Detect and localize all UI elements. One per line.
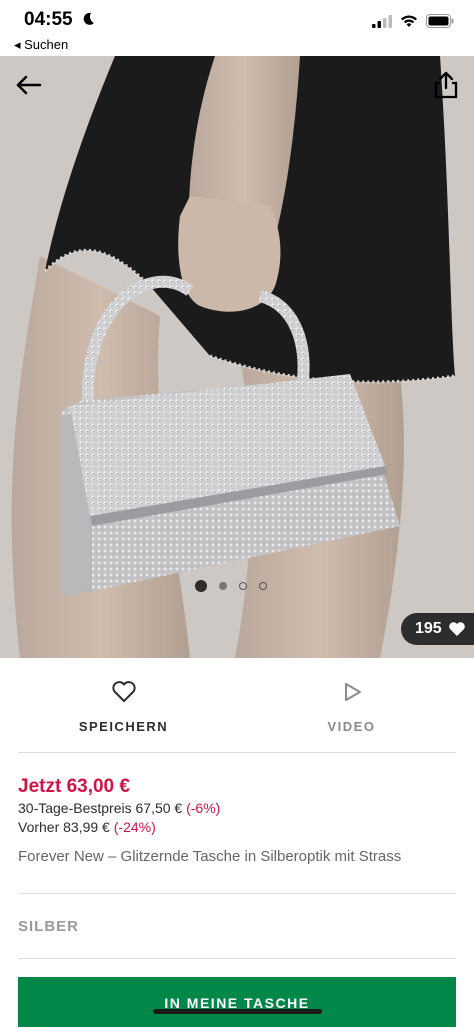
status-bar: 04:55 ◂ Suchen (0, 0, 474, 56)
divider (18, 893, 456, 894)
previous-price-discount: (-24%) (113, 819, 156, 835)
back-arrow-icon[interactable] (14, 70, 44, 100)
add-to-cart-button[interactable]: IN MEINE TASCHE (18, 977, 456, 1027)
product-photo (0, 56, 474, 658)
gallery-pagination (195, 580, 267, 592)
back-to-app-link[interactable]: ◂ Suchen (14, 37, 68, 53)
pagination-dot-active[interactable] (195, 580, 207, 592)
moon-icon (80, 11, 96, 32)
product-actions: SPEICHERN VIDEO (0, 660, 474, 752)
save-label: SPEICHERN (78, 719, 169, 734)
current-price: Jetzt 63,00 € (18, 776, 130, 797)
video-button[interactable]: VIDEO (233, 660, 470, 752)
likes-count: 195 (415, 620, 442, 637)
best-price-line: 30-Tage-Bestpreis 67,50 € (-6%) (18, 800, 220, 816)
divider (18, 958, 456, 959)
status-icons (372, 14, 454, 28)
share-icon[interactable] (432, 70, 460, 100)
best-price-label: 30-Tage-Bestpreis 67,50 € (18, 800, 187, 816)
video-label: VIDEO (327, 719, 376, 734)
best-price-discount: (-6%) (186, 800, 221, 816)
pagination-dot[interactable] (259, 582, 267, 590)
pagination-dot[interactable] (239, 582, 247, 590)
wifi-icon (401, 15, 417, 27)
product-image-gallery[interactable] (0, 56, 474, 658)
heart-icon (111, 680, 137, 709)
status-time: 04:55 (24, 9, 73, 30)
previous-price-label: Vorher 83,99 € (18, 819, 114, 835)
color-name: SILBER (18, 918, 80, 935)
previous-price-line: Vorher 83,99 € (-24%) (18, 819, 156, 835)
save-button[interactable]: SPEICHERN (5, 660, 242, 752)
likes-badge: 195 (401, 613, 474, 645)
pagination-dot[interactable] (219, 582, 227, 590)
divider (18, 752, 456, 753)
product-title: Forever New – Glitzernde Tasche in Silbe… (18, 848, 402, 865)
play-icon (341, 680, 363, 709)
signal-icon (372, 14, 392, 28)
home-indicator[interactable] (153, 1009, 322, 1014)
battery-icon (426, 14, 454, 28)
heart-icon (448, 622, 465, 636)
